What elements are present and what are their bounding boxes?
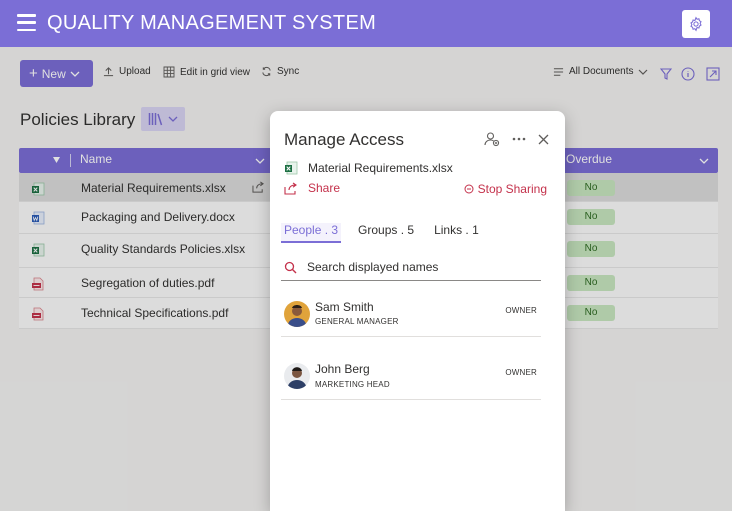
search-icon: [284, 261, 297, 273]
tab-people[interactable]: People . 3: [281, 223, 342, 243]
person-title: GENERAL MANAGER: [315, 317, 399, 326]
access-tabs: People . 3 Groups . 5 Links . 1: [281, 223, 482, 243]
person-row[interactable]: John Berg MARKETING HEAD OWNER: [281, 357, 541, 400]
panel-title: Manage Access: [284, 130, 405, 149]
person-name: Sam Smith: [315, 300, 374, 314]
stop-sharing-button[interactable]: Stop Sharing: [464, 182, 547, 196]
stop-sharing-label: Stop Sharing: [477, 182, 547, 196]
shared-file-name: Material Requirements.xlsx: [308, 161, 453, 175]
tab-links[interactable]: Links . 1: [431, 223, 482, 243]
person-title: MARKETING HEAD: [315, 380, 390, 389]
person-row[interactable]: Sam Smith GENERAL MANAGER OWNER: [281, 297, 541, 337]
stop-icon: [464, 184, 474, 194]
gear-icon: [690, 16, 702, 32]
share-label: Share: [308, 181, 341, 195]
avatar: [284, 301, 310, 327]
top-bar: QUALITY MANAGEMENT SYSTEM: [0, 0, 732, 47]
search-placeholder: Search displayed names: [307, 260, 439, 274]
app-title: QUALITY MANAGEMENT SYSTEM: [47, 12, 377, 34]
share-icon: [284, 182, 297, 195]
shared-file: Material Requirements.xlsx: [284, 161, 453, 175]
excel-file-icon: [285, 161, 298, 175]
search-input[interactable]: Search displayed names: [281, 254, 541, 281]
hamburger-icon[interactable]: [17, 14, 36, 31]
manage-access-panel: Manage Access Material Requirements.xlsx…: [270, 111, 565, 511]
close-icon[interactable]: [538, 134, 549, 145]
person-role: OWNER: [505, 368, 537, 377]
person-name: John Berg: [315, 362, 370, 376]
avatar: [284, 363, 310, 389]
panel-actions: [484, 131, 549, 147]
share-button[interactable]: Share: [284, 181, 340, 195]
add-person-icon[interactable]: [484, 131, 500, 147]
tab-groups[interactable]: Groups . 5: [355, 223, 417, 243]
settings-button[interactable]: [682, 10, 710, 38]
more-options-icon[interactable]: [512, 137, 526, 141]
person-role: OWNER: [505, 306, 537, 315]
